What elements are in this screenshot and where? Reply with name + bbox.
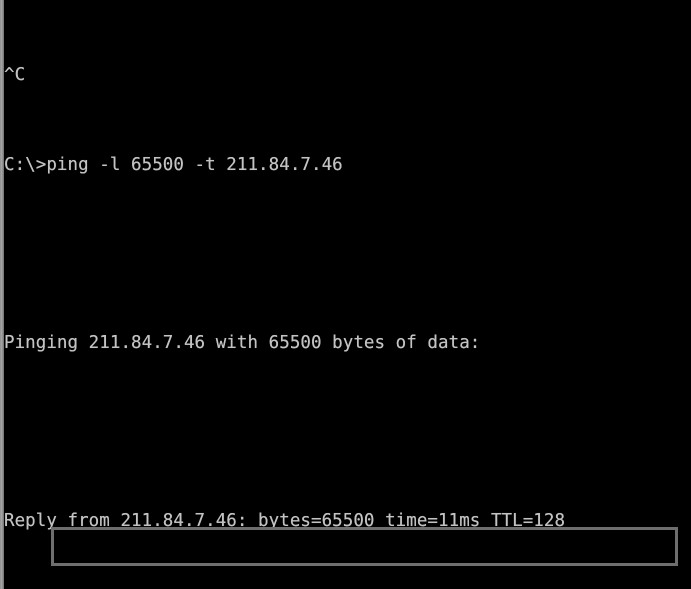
- console-line-command-prompt[interactable]: C:\>ping -l 65500 -t 211.84.7.46: [4, 151, 691, 181]
- console-line-reply-1: Reply from 211.84.7.46: bytes=65500 time…: [4, 510, 566, 531]
- window-left-edge: [0, 0, 4, 589]
- console-output-text: ^C C:\>ping -l 65500 -t 211.84.7.46 Ping…: [4, 2, 691, 589]
- console-line-blank-2: [4, 418, 691, 448]
- console-line-ctrl-c-top: ^C: [4, 65, 26, 86]
- console-line-blank-1: [4, 240, 691, 270]
- command-prompt-console[interactable]: ^C C:\>ping -l 65500 -t 211.84.7.46 Ping…: [0, 0, 691, 589]
- console-line-pinging-header: Pinging 211.84.7.46 with 65500 bytes of …: [4, 332, 481, 353]
